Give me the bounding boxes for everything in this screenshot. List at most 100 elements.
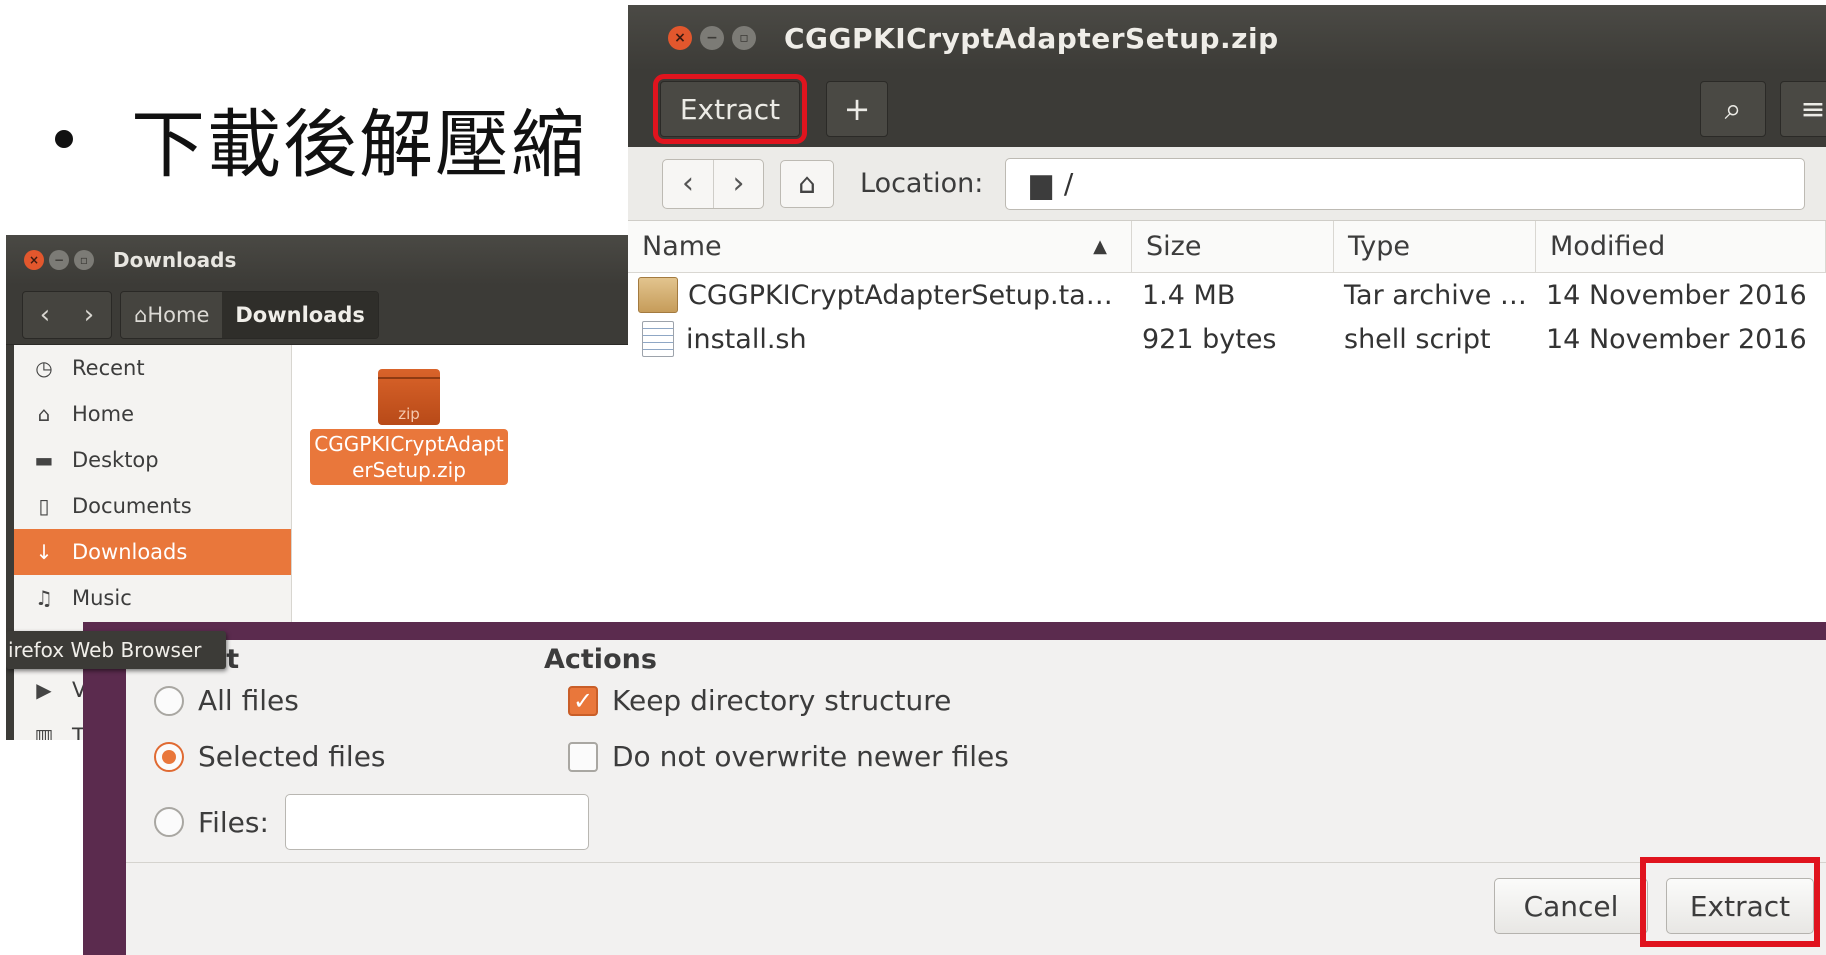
close-icon[interactable]: × (24, 250, 44, 270)
forward-icon[interactable]: › (67, 292, 111, 338)
download-icon: ↓ (35, 540, 53, 564)
table-row[interactable]: install.sh 921 bytes shell script 14 Nov… (628, 317, 1826, 361)
zip-file-label: CGGPKICryptAdapt erSetup.zip (310, 429, 508, 485)
sidebar-item-label: Recent (72, 356, 145, 380)
keep-structure-label: Keep directory structure (612, 684, 952, 717)
home-icon: ⌂ (37, 402, 51, 426)
tar-archive-icon (638, 277, 678, 313)
list-header: Name ▲ Size Type Modified (628, 221, 1826, 273)
row-size: 921 bytes (1142, 323, 1277, 355)
column-header-type[interactable]: Type (1334, 221, 1536, 272)
menu-icon[interactable]: ≡ (1780, 81, 1826, 137)
minimize-icon[interactable]: − (700, 26, 724, 50)
sidebar-item-home[interactable]: ⌂ Home (14, 391, 291, 437)
breadcrumb-home-label: Home (147, 302, 210, 327)
minimize-icon[interactable]: − (49, 250, 69, 270)
clock-icon: ◷ (35, 356, 53, 380)
column-header-size[interactable]: Size (1132, 221, 1334, 272)
zip-icon-text: zip (398, 405, 420, 423)
location-field[interactable]: ▆ / (1005, 157, 1806, 210)
breadcrumb-downloads[interactable]: Downloads (222, 291, 378, 338)
home-icon[interactable]: ⌂ (780, 159, 834, 208)
document-icon: ▯ (38, 494, 50, 518)
sidebar-item-label: Home (72, 402, 135, 426)
selected-files-label: Selected files (198, 740, 386, 773)
files-pattern-input[interactable] (284, 794, 589, 850)
dialog-divider (126, 862, 1826, 863)
selected-files-option[interactable]: Selected files (154, 740, 386, 773)
folder-icon: ▬ (34, 448, 54, 472)
search-icon[interactable]: ⌕ (1700, 81, 1766, 137)
keep-structure-option[interactable]: ✓ Keep directory structure (568, 684, 951, 717)
file-manager-titlebar: × − ▫ Downloads (6, 235, 646, 285)
row-modified: 14 November 2016 (1546, 323, 1807, 355)
sidebar-item-recent[interactable]: ◷ Recent (14, 345, 291, 391)
archive-toolbar: Extract + ⌕ ≡ (628, 71, 1826, 147)
slide-bullet-text: 下載後解壓縮 (131, 102, 587, 188)
all-files-radio[interactable] (154, 685, 184, 716)
row-size: 1.4 MB (1142, 279, 1236, 311)
sidebar-item-label: Music (72, 586, 132, 610)
slide-bullet: 下載後解壓縮 (55, 85, 587, 192)
sidebar-item-desktop[interactable]: ▬ Desktop (14, 437, 291, 483)
back-icon[interactable]: ‹ (663, 160, 713, 208)
video-icon: ▶ (36, 678, 52, 702)
archive-manager-window: × − ▫ CGGPKICryptAdapterSetup.zip Extrac… (628, 5, 1826, 393)
archive-title: CGGPKICryptAdapterSetup.zip (784, 21, 1279, 55)
keep-structure-checkbox[interactable]: ✓ (568, 685, 598, 716)
location-path: / (1063, 167, 1074, 200)
folder-icon: ▆ (1030, 167, 1052, 200)
sidebar-item-label: Documents (72, 494, 192, 518)
forward-icon[interactable]: › (713, 159, 763, 208)
sidebar-item-downloads[interactable]: ↓ Downloads (14, 529, 291, 575)
sidebar-item-documents[interactable]: ▯ Documents (14, 483, 291, 529)
row-type: shell script (1344, 323, 1491, 355)
file-manager-title: Downloads (113, 248, 237, 272)
shell-script-icon (642, 321, 674, 357)
actions-section-heading: Actions (544, 644, 657, 675)
row-name: CGGPKICryptAdapterSetup.ta… (688, 279, 1113, 311)
back-icon[interactable]: ‹ (23, 292, 67, 338)
extract-dialog: Extract Actions All files Selected files… (126, 640, 1826, 955)
location-label: Location: (860, 168, 984, 199)
sort-ascending-icon: ▲ (1093, 236, 1107, 257)
row-type: Tar archive … (1344, 279, 1527, 311)
breadcrumb-home[interactable]: ⌂ Home (121, 291, 223, 338)
row-modified: 14 November 2016 (1546, 279, 1807, 311)
location-nav: ‹ › (662, 158, 764, 209)
music-icon: ♫ (35, 586, 53, 610)
archive-file-list: Name ▲ Size Type Modified CGGPKICryptAdap… (628, 221, 1826, 393)
home-icon: ⌂ (134, 302, 148, 327)
path-bar: ‹ › ⌂ Home Downloads (6, 285, 646, 345)
files-pattern-option[interactable]: Files: (154, 794, 589, 850)
bullet-dot (55, 129, 73, 148)
column-header-name[interactable]: Name ▲ (628, 221, 1132, 272)
files-pattern-label: Files: (198, 805, 269, 839)
sidebar-item-music[interactable]: ♫ Music (14, 575, 291, 621)
no-overwrite-option[interactable]: Do not overwrite newer files (568, 740, 1009, 773)
add-files-button[interactable]: + (826, 81, 888, 137)
trash-icon: ▥ (34, 724, 54, 740)
no-overwrite-label: Do not overwrite newer files (612, 740, 1009, 773)
column-header-modified[interactable]: Modified (1536, 221, 1826, 272)
close-icon[interactable]: × (668, 26, 692, 50)
breadcrumb: ⌂ Home Downloads (120, 290, 379, 339)
history-nav: ‹ › (22, 290, 112, 339)
extract-toolbar-button[interactable]: Extract (653, 74, 807, 144)
all-files-option[interactable]: All files (154, 684, 299, 717)
column-header-label: Name (642, 231, 722, 262)
table-row[interactable]: CGGPKICryptAdapterSetup.ta… 1.4 MB Tar a… (628, 273, 1826, 317)
zip-file-item[interactable]: zip CGGPKICryptAdapt erSetup.zip (310, 369, 508, 485)
all-files-label: All files (198, 684, 299, 717)
files-pattern-radio[interactable] (154, 807, 184, 837)
row-name: install.sh (686, 323, 807, 355)
zip-archive-icon: zip (378, 369, 440, 425)
maximize-icon[interactable]: ▫ (732, 26, 756, 50)
selected-files-radio[interactable] (154, 741, 184, 772)
maximize-icon[interactable]: ▫ (74, 250, 94, 270)
location-bar: ‹ › ⌂ Location: ▆ / (628, 147, 1826, 221)
no-overwrite-checkbox[interactable] (568, 741, 598, 772)
cancel-button[interactable]: Cancel (1494, 878, 1648, 934)
extract-button-highlight (1640, 857, 1820, 947)
sidebar-item-label: Desktop (72, 448, 159, 472)
